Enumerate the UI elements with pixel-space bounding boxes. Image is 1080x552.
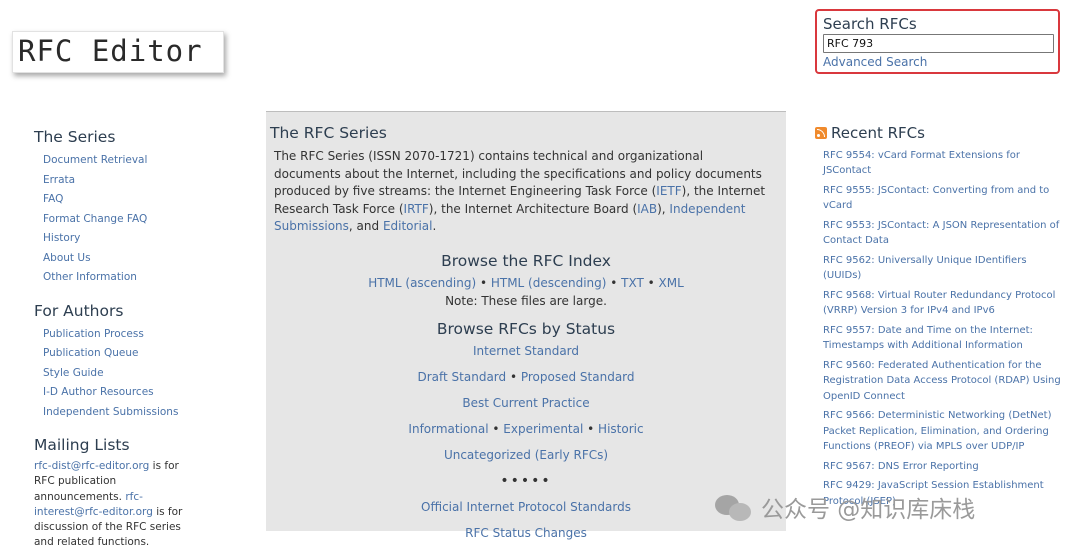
iab-link[interactable]: IAB — [637, 202, 657, 216]
browse-index-heading: Browse the RFC Index — [441, 251, 611, 270]
rfc-series-panel: The RFC Series The RFC Series (ISSN 2070… — [266, 111, 786, 540]
recent-rfc-item[interactable]: RFC 9562: Universally Unique IDentifiers… — [823, 255, 1027, 281]
sidebar-item-document-retrieval[interactable]: Document Retrieval — [43, 154, 147, 166]
intro-text: , and — [348, 219, 383, 234]
uncategorized-link[interactable]: Uncategorized (Early RFCs) — [444, 448, 608, 462]
index-note: Note: These files are large. — [445, 293, 607, 308]
mailing-description: rfc-dist@rfc-editor.org is for RFC publi… — [34, 459, 194, 551]
mailing-heading: Mailing Lists — [34, 436, 130, 454]
intro-text: ), — [657, 201, 670, 216]
page-title: The RFC Series — [270, 124, 387, 142]
recent-rfc-item[interactable]: RFC 9557: Date and Time on the Internet:… — [823, 325, 1033, 351]
browse-status-section: Browse RFCs by Status Internet Standard … — [270, 320, 782, 546]
html-ascending-link[interactable]: HTML (ascending) — [368, 276, 476, 290]
sidebar-item-publication-queue[interactable]: Publication Queue — [43, 347, 138, 359]
irtf-link[interactable]: IRTF — [404, 202, 429, 216]
draft-standard-link[interactable]: Draft Standard — [417, 370, 506, 384]
search-title: Search RFCs — [823, 15, 917, 33]
bullet-separator: • — [583, 421, 599, 436]
status-changes-link[interactable]: RFC Status Changes — [465, 526, 587, 540]
authors-heading: For Authors — [34, 301, 124, 320]
recent-rfc-item[interactable]: RFC 9568: Virtual Router Redundancy Prot… — [823, 290, 1055, 316]
index-format-links: HTML (ascending) • HTML (descending) • T… — [270, 274, 782, 292]
txt-link[interactable]: TXT — [621, 276, 644, 290]
search-box: Search RFCs Advanced Search — [815, 9, 1060, 74]
intro-text: . — [432, 219, 437, 234]
wechat-icon — [713, 492, 753, 522]
bullet-separator: • — [506, 369, 521, 384]
recent-rfcs-heading: Recent RFCs — [831, 124, 925, 142]
left-sidebar: The Series Document Retrieval Errata FAQ… — [34, 128, 234, 552]
dots-divider: ••••• — [500, 472, 552, 489]
bullet-separator: • — [488, 421, 504, 436]
sidebar-item-faq[interactable]: FAQ — [43, 193, 63, 205]
recent-rfc-item[interactable]: RFC 9566: Deterministic Networking (DetN… — [823, 410, 1051, 452]
series-intro: The RFC Series (ISSN 2070-1721) contains… — [270, 148, 782, 236]
proposed-standard-link[interactable]: Proposed Standard — [521, 370, 635, 384]
recent-rfcs-list: RFC 9554: vCard Format Extensions for JS… — [815, 148, 1065, 509]
watermark-text: 公众号 @知识库床栈 — [761, 497, 976, 523]
sidebar-item-history[interactable]: History — [43, 232, 80, 244]
sidebar-item-about-us[interactable]: About Us — [43, 252, 91, 264]
recent-rfcs-column: Recent RFCs RFC 9554: vCard Format Exten… — [815, 124, 1065, 513]
rfc-dist-email-link[interactable]: rfc-dist@rfc-editor.org — [34, 460, 149, 472]
sidebar-item-format-change-faq[interactable]: Format Change FAQ — [43, 213, 147, 225]
editorial-link[interactable]: Editorial — [383, 219, 433, 233]
html-descending-link[interactable]: HTML (descending) — [491, 276, 607, 290]
xml-link[interactable]: XML — [659, 276, 684, 290]
recent-rfc-item[interactable]: RFC 9567: DNS Error Reporting — [823, 461, 979, 472]
mailing-section: Mailing Lists rfc-dist@rfc-editor.org is… — [34, 436, 234, 551]
browse-index-section: Browse the RFC Index HTML (ascending) • … — [270, 252, 782, 310]
bullet-separator: • — [606, 275, 622, 290]
series-section: The Series Document Retrieval Errata FAQ… — [34, 128, 234, 288]
sidebar-item-errata[interactable]: Errata — [43, 174, 75, 186]
sidebar-item-other-information[interactable]: Other Information — [43, 271, 137, 283]
sidebar-item-style-guide[interactable]: Style Guide — [43, 367, 104, 379]
watermark: 公众号 @知识库床栈 — [713, 490, 975, 524]
recent-rfc-item[interactable]: RFC 9554: vCard Format Extensions for JS… — [823, 150, 1020, 176]
series-heading: The Series — [34, 128, 116, 146]
ietf-link[interactable]: IETF — [656, 184, 681, 198]
best-current-practice-link[interactable]: Best Current Practice — [462, 396, 589, 410]
authors-section: For Authors Publication Process Publicat… — [34, 302, 234, 423]
bullet-separator: • — [476, 275, 491, 290]
recent-rfc-item[interactable]: RFC 9560: Federated Authentication for t… — [823, 360, 1061, 402]
internet-standard-link[interactable]: Internet Standard — [473, 344, 579, 358]
rss-icon[interactable] — [815, 127, 827, 139]
historic-link[interactable]: Historic — [598, 422, 644, 436]
sidebar-item-id-author-resources[interactable]: I-D Author Resources — [43, 386, 154, 398]
authors-list: Publication Process Publication Queue St… — [34, 325, 234, 423]
series-list: Document Retrieval Errata FAQ Format Cha… — [34, 151, 234, 288]
recent-rfc-item[interactable]: RFC 9555: JSContact: Converting from and… — [823, 185, 1049, 211]
intro-text: ), the Internet Architecture Board ( — [428, 201, 638, 216]
bullet-separator: • — [643, 275, 659, 290]
experimental-link[interactable]: Experimental — [503, 422, 583, 436]
advanced-search-link[interactable]: Advanced Search — [823, 55, 1052, 69]
search-input[interactable] — [823, 34, 1054, 53]
official-standards-link[interactable]: Official Internet Protocol Standards — [421, 500, 631, 514]
browse-status-heading: Browse RFCs by Status — [436, 319, 616, 338]
rfc-editor-logo[interactable]: RFC Editor — [12, 31, 224, 73]
recent-rfcs-header: Recent RFCs — [815, 124, 1065, 142]
recent-rfc-item[interactable]: RFC 9553: JSContact: A JSON Representati… — [823, 220, 1059, 246]
informational-link[interactable]: Informational — [408, 422, 488, 436]
sidebar-item-independent-submissions[interactable]: Independent Submissions — [43, 406, 178, 418]
sidebar-item-publication-process[interactable]: Publication Process — [43, 328, 144, 340]
